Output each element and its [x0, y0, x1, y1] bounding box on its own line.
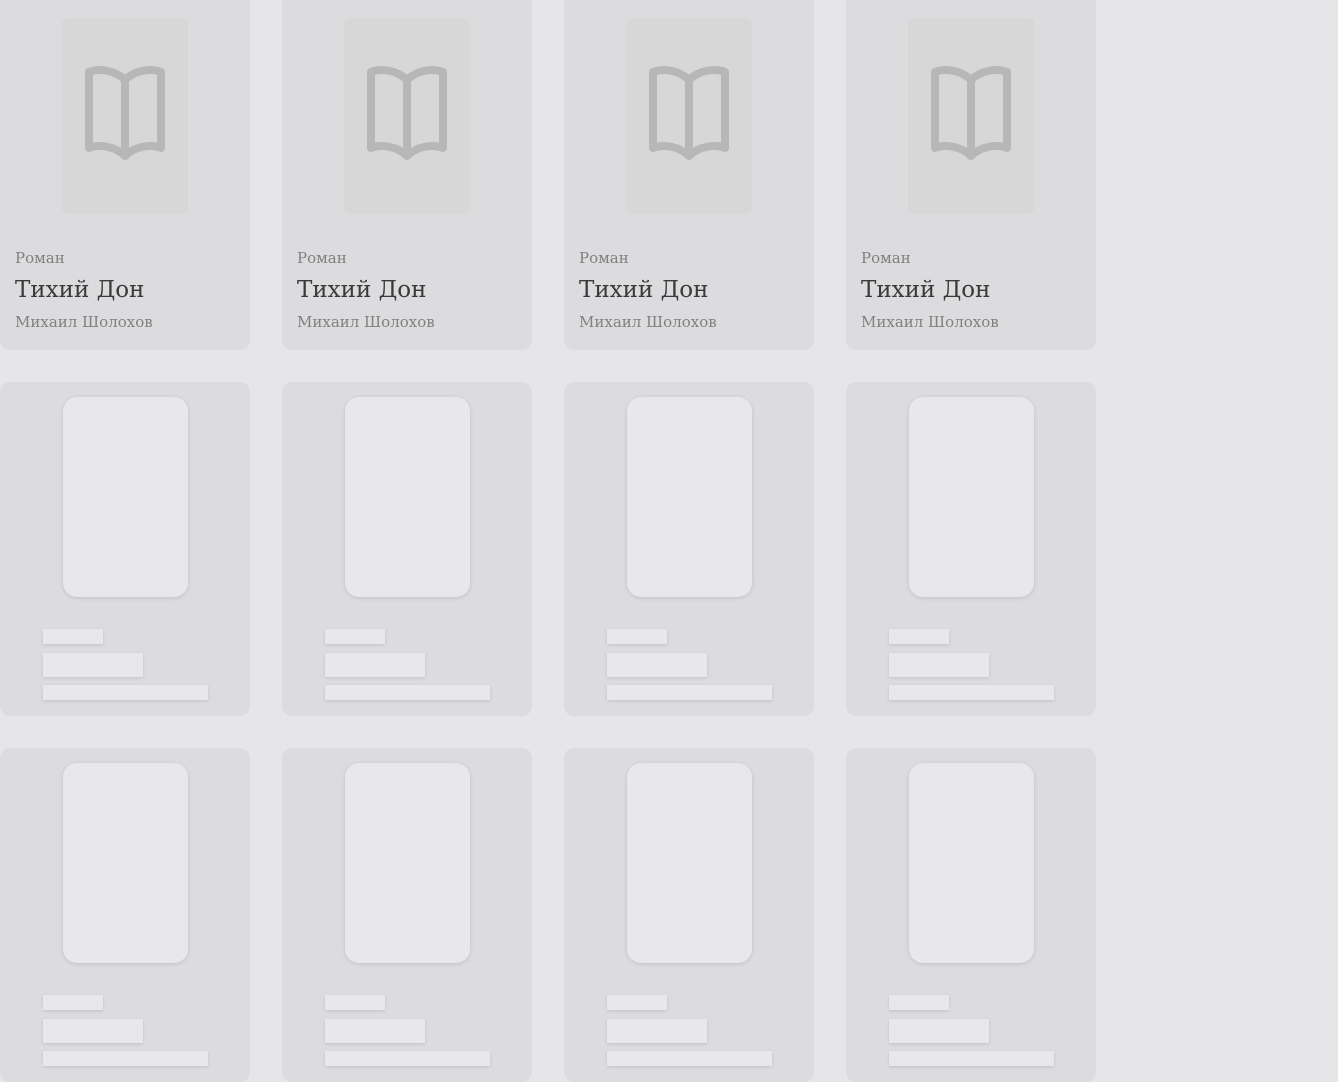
skeleton-cover — [63, 397, 188, 597]
book-card[interactable]: Роман Тихий Дон Михаил Шолохов — [846, 0, 1096, 350]
skeleton-genre-line — [43, 995, 103, 1010]
skeleton-title-line — [607, 1019, 707, 1043]
book-cover — [62, 18, 188, 214]
skeleton-title-line — [43, 653, 143, 677]
book-genre: Роман — [297, 249, 347, 267]
skeleton-title-line — [889, 653, 989, 677]
skeleton-card — [0, 748, 250, 1082]
skeleton-title-line — [325, 653, 425, 677]
skeleton-cover — [345, 397, 470, 597]
book-genre: Роман — [861, 249, 911, 267]
skeleton-genre-line — [325, 629, 385, 644]
book-card[interactable]: Роман Тихий Дон Михаил Шолохов — [282, 0, 532, 350]
book-cover — [908, 18, 1034, 214]
skeleton-author-line — [889, 685, 1054, 700]
skeleton-cover — [627, 397, 752, 597]
book-open-icon — [85, 66, 165, 166]
skeleton-genre-line — [607, 629, 667, 644]
skeleton-genre-line — [889, 995, 949, 1010]
book-card[interactable]: Роман Тихий Дон Михаил Шолохов — [0, 0, 250, 350]
skeleton-genre-line — [43, 629, 103, 644]
skeleton-card — [564, 382, 814, 716]
book-title[interactable]: Тихий Дон — [297, 277, 427, 303]
book-title[interactable]: Тихий Дон — [15, 277, 145, 303]
skeleton-author-line — [43, 1051, 208, 1066]
book-title[interactable]: Тихий Дон — [861, 277, 991, 303]
skeleton-title-line — [43, 1019, 143, 1043]
skeleton-card — [0, 382, 250, 716]
skeleton-author-line — [325, 1051, 490, 1066]
skeleton-author-line — [607, 1051, 772, 1066]
book-genre: Роман — [15, 249, 65, 267]
book-open-icon — [367, 66, 447, 166]
book-genre: Роман — [579, 249, 629, 267]
book-author: Михаил Шолохов — [861, 313, 999, 331]
book-open-icon — [931, 66, 1011, 166]
skeleton-genre-line — [889, 629, 949, 644]
skeleton-card — [564, 748, 814, 1082]
skeleton-author-line — [607, 685, 772, 700]
skeleton-title-line — [325, 1019, 425, 1043]
skeleton-cover — [345, 763, 470, 963]
book-author: Михаил Шолохов — [579, 313, 717, 331]
skeleton-card — [846, 382, 1096, 716]
book-title[interactable]: Тихий Дон — [579, 277, 709, 303]
book-author: Михаил Шолохов — [297, 313, 435, 331]
skeleton-cover — [63, 763, 188, 963]
skeleton-title-line — [607, 653, 707, 677]
skeleton-title-line — [889, 1019, 989, 1043]
book-cover — [626, 18, 752, 214]
skeleton-author-line — [889, 1051, 1054, 1066]
skeleton-cover — [909, 397, 1034, 597]
skeleton-cover — [627, 763, 752, 963]
skeleton-author-line — [325, 685, 490, 700]
skeleton-genre-line — [325, 995, 385, 1010]
book-open-icon — [649, 66, 729, 166]
book-card[interactable]: Роман Тихий Дон Михаил Шолохов — [564, 0, 814, 350]
book-author: Михаил Шолохов — [15, 313, 153, 331]
skeleton-cover — [909, 763, 1034, 963]
book-cover — [344, 18, 470, 214]
skeleton-genre-line — [607, 995, 667, 1010]
skeleton-card — [282, 748, 532, 1082]
skeleton-card — [282, 382, 532, 716]
skeleton-card — [846, 748, 1096, 1082]
skeleton-author-line — [43, 685, 208, 700]
